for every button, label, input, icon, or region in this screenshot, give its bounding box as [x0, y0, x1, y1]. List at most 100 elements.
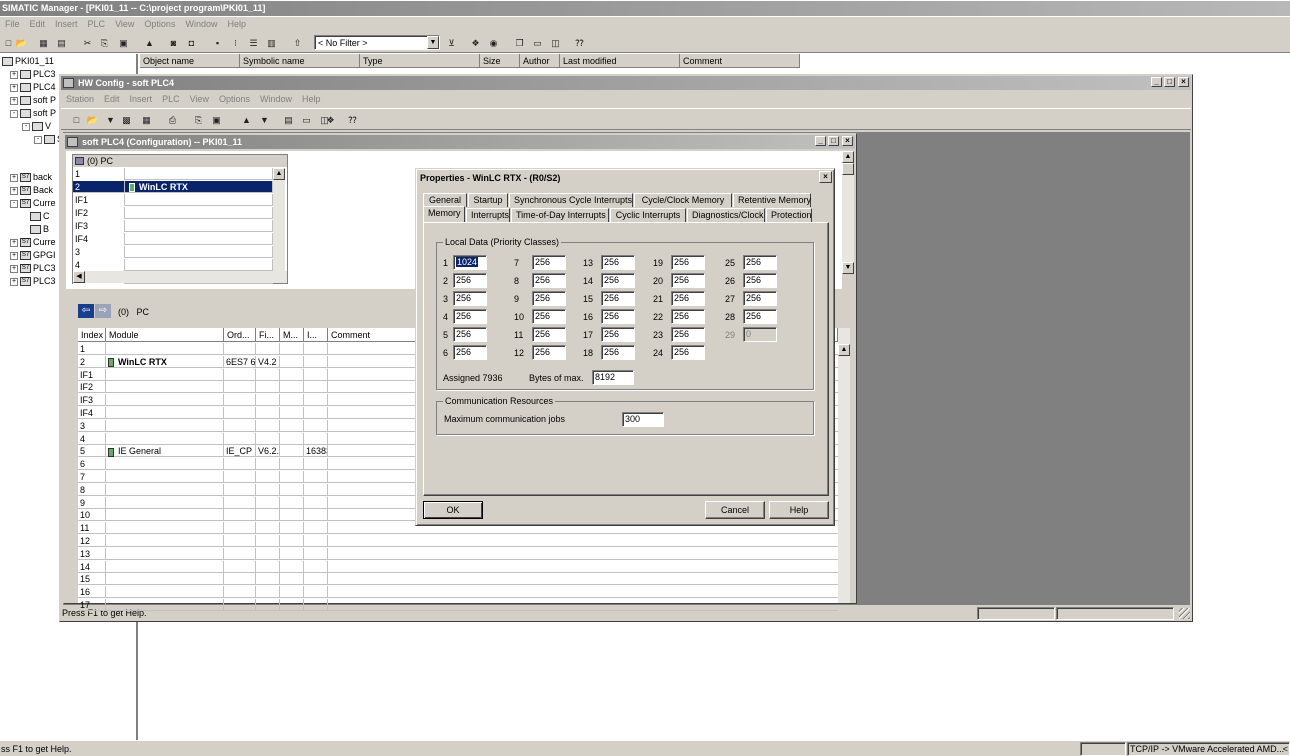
hw-menu-options[interactable]: Options — [214, 94, 255, 104]
small-icons-icon[interactable]: ⁝ — [229, 37, 242, 49]
hw-menu-view[interactable]: View — [185, 94, 214, 104]
priority-class-field[interactable]: 256 — [671, 255, 705, 270]
rack-row[interactable]: IF4 — [73, 233, 273, 245]
large-icons-icon[interactable]: ▪ — [211, 37, 224, 49]
priority-class-field[interactable]: 256 — [453, 291, 487, 306]
detail-row[interactable]: 12 — [78, 535, 838, 547]
filter-combobox[interactable]: < No Filter > ▼ — [314, 35, 440, 50]
detail-row[interactable]: 13 — [78, 547, 838, 560]
config-close-button[interactable]: × — [842, 136, 853, 146]
rack-vscroll[interactable]: ▲ — [273, 168, 285, 272]
priority-class-field[interactable]: 256 — [743, 273, 777, 288]
detail-column-header[interactable]: Module — [106, 328, 224, 342]
paste-icon[interactable]: ▣ — [117, 37, 130, 49]
tab-startup[interactable]: Startup — [468, 193, 508, 207]
expand-toggle-icon[interactable]: + — [10, 83, 18, 92]
station-scroll-down[interactable]: ▼ — [842, 262, 854, 274]
menu-view[interactable]: View — [110, 19, 139, 29]
config-maximize-button[interactable]: □ — [828, 136, 839, 146]
priority-class-field[interactable]: 256 — [532, 327, 566, 342]
priority-class-field[interactable]: 256 — [453, 345, 487, 360]
open-icon[interactable]: 📂 — [15, 37, 28, 49]
expand-toggle-icon[interactable]: + — [10, 277, 18, 286]
tree-item[interactable]: + S7 PLC3 — [10, 262, 56, 274]
open-station-icon[interactable]: 📂 — [86, 114, 99, 126]
config-minimize-button[interactable]: _ — [815, 136, 826, 146]
column-header[interactable]: Object name — [140, 54, 240, 68]
station-vscroll[interactable]: ▲ ▼ — [842, 151, 854, 274]
column-header[interactable]: Comment — [680, 54, 800, 68]
tab-protection[interactable]: Protection — [766, 208, 812, 222]
hw-download-icon[interactable]: ▲ — [240, 114, 253, 126]
expand-toggle-icon[interactable]: + — [10, 238, 18, 247]
cascade-icon[interactable]: ❐ — [513, 37, 526, 49]
tree-item[interactable]: + S7 GPGI — [10, 249, 56, 261]
online-icon[interactable]: ◙ — [167, 37, 180, 49]
station-scroll-up[interactable]: ▲ — [842, 151, 854, 163]
hw-help-icon[interactable]: ⁇ — [346, 114, 359, 126]
menu-options[interactable]: Options — [139, 19, 180, 29]
new-station-icon[interactable]: □ — [70, 114, 83, 126]
hw-menu-insert[interactable]: Insert — [125, 94, 158, 104]
tree-item[interactable]: C — [30, 210, 50, 222]
detail-row[interactable]: 17 — [78, 599, 838, 611]
rack-row[interactable]: 2 WinLC RTX — [73, 181, 273, 193]
expand-toggle-icon[interactable]: - — [22, 122, 30, 131]
hw-diagnose-icon[interactable]: ▭ — [300, 114, 313, 126]
hw-menu-station[interactable]: Station — [61, 94, 99, 104]
filter-icon[interactable]: ⊻ — [445, 37, 458, 49]
priority-class-field[interactable]: 256 — [671, 273, 705, 288]
forward-arrow-icon[interactable]: ⇨ — [95, 304, 111, 318]
priority-class-field[interactable]: 256 — [532, 291, 566, 306]
print-icon[interactable]: ⎙ — [166, 114, 179, 126]
expand-toggle-icon[interactable]: + — [10, 96, 18, 105]
tab-cycle-clock-memory[interactable]: Cycle/Clock Memory — [634, 193, 732, 207]
tab-general[interactable]: General — [423, 193, 467, 207]
details-icon[interactable]: ▥ — [265, 37, 278, 49]
module-info-icon[interactable]: ▤ — [282, 114, 295, 126]
up-level-icon[interactable]: ⇧ — [291, 37, 304, 49]
menu-edit[interactable]: Edit — [25, 19, 51, 29]
back-arrow-icon[interactable]: ⇦ — [78, 304, 94, 318]
hw-menu-window[interactable]: Window — [255, 94, 297, 104]
list-icon[interactable]: ☰ — [247, 37, 260, 49]
hwconfig-maximize-button[interactable]: □ — [1164, 77, 1175, 87]
tree-item[interactable]: + S7 Back — [10, 184, 53, 196]
detail-scroll-up[interactable]: ▲ — [838, 344, 850, 356]
rack-row[interactable]: 4 — [73, 259, 273, 271]
priority-class-field[interactable]: 256 — [671, 291, 705, 306]
expand-toggle-icon[interactable]: - — [10, 199, 18, 208]
expand-toggle-icon[interactable]: + — [10, 70, 18, 79]
column-header[interactable]: Size — [480, 54, 520, 68]
column-header[interactable]: Type — [360, 54, 480, 68]
tab-memory[interactable]: Memory — [423, 206, 465, 222]
detail-column-header[interactable]: I... — [304, 328, 328, 342]
menu-file[interactable]: File — [0, 19, 25, 29]
tree-item[interactable]: + S7 PLC3 — [10, 275, 56, 287]
detail-row[interactable]: 15 — [78, 573, 838, 586]
tree-item[interactable]: - soft P — [10, 107, 56, 119]
dialog-close-button[interactable]: × — [819, 171, 832, 183]
priority-class-field[interactable]: 256 — [601, 309, 635, 324]
tree-item[interactable]: + S7 Curre — [10, 236, 56, 248]
max-comm-jobs-field[interactable]: 300 — [622, 412, 664, 427]
netpro-icon[interactable]: ❖ — [324, 114, 337, 126]
bytes-of-max-field[interactable]: 8192 — [592, 370, 634, 385]
detail-column-header[interactable]: Index — [78, 328, 106, 342]
tile-vertical-icon[interactable]: ◫ — [549, 37, 562, 49]
expand-toggle-icon[interactable]: + — [10, 251, 18, 260]
tile-horizontal-icon[interactable]: ▭ — [531, 37, 544, 49]
rack-hscroll[interactable]: ◀ — [73, 271, 287, 283]
menu-window[interactable]: Window — [180, 19, 222, 29]
cancel-button[interactable]: Cancel — [705, 501, 765, 519]
priority-class-field[interactable]: 256 — [453, 273, 487, 288]
priority-class-field[interactable]: 256 — [453, 309, 487, 324]
tree-item[interactable]: -V — [22, 120, 51, 132]
detail-row[interactable]: 14 — [78, 560, 838, 573]
station-scroll-thumb[interactable] — [842, 163, 854, 175]
expand-toggle-icon[interactable]: + — [10, 264, 18, 273]
hwconfig-minimize-button[interactable]: _ — [1151, 77, 1162, 87]
priority-class-field[interactable]: 256 — [601, 273, 635, 288]
help-button[interactable]: Help — [769, 501, 829, 519]
ok-button[interactable]: OK — [423, 501, 483, 519]
